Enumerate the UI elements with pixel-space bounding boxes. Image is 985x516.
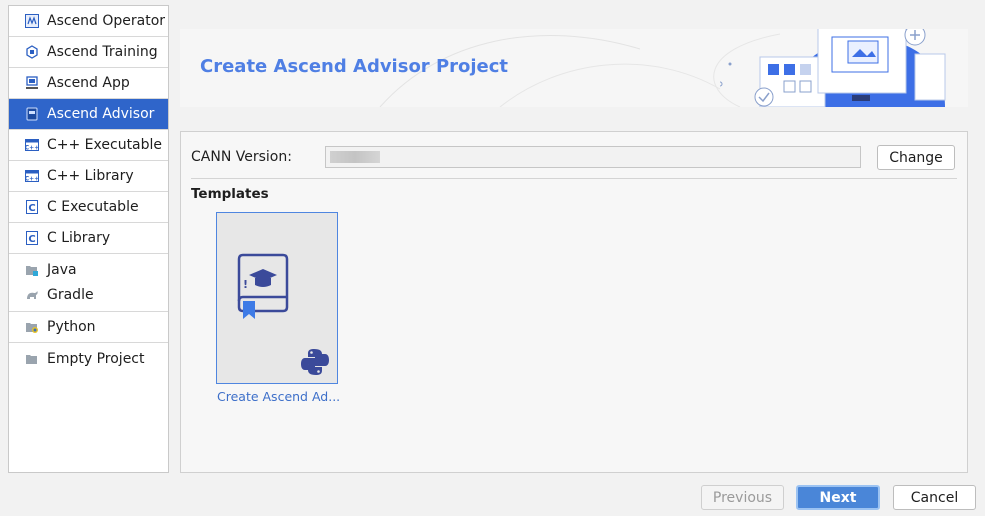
sidebar-item-ascend-operator[interactable]: Ascend Operator [9, 6, 168, 37]
project-type-list: Ascend Operator Ascend Training Ascend A… [8, 5, 169, 473]
sidebar-item-label: Empty Project [47, 350, 145, 367]
sidebar-item-gradle[interactable]: Gradle [25, 283, 94, 308]
project-illustration [720, 29, 946, 107]
cann-version-label: CANN Version: [191, 149, 292, 165]
gradle-elephant-icon [27, 291, 38, 299]
cpp-library-icon: C++ [25, 170, 39, 183]
python-folder-icon [26, 323, 38, 333]
sidebar-item-python[interactable]: Python [9, 312, 168, 343]
settings-panel: CANN Version: Change Templates ! Create … [180, 131, 968, 473]
sidebar-item-cpp-executable[interactable]: C++ C++ Executable [9, 130, 168, 161]
change-button[interactable]: Change [877, 145, 955, 170]
advisor-book-icon: ! [237, 253, 289, 319]
sidebar-item-label: C++ Executable [47, 137, 163, 153]
template-card-label[interactable]: Create Ascend Ad... [217, 389, 341, 404]
next-button[interactable]: Next [796, 485, 880, 510]
cpp-executable-icon: C++ [25, 139, 39, 152]
templates-heading: Templates [191, 186, 269, 202]
java-folder-icon [26, 266, 38, 276]
template-card-ascend-advisor[interactable]: ! [216, 212, 338, 384]
sidebar-item-ascend-training[interactable]: Ascend Training [9, 37, 168, 68]
svg-text:C++: C++ [25, 176, 39, 183]
python-icon [301, 349, 329, 375]
divider [191, 178, 957, 179]
empty-folder-icon [26, 354, 37, 364]
sidebar-item-label: Ascend Advisor [47, 106, 155, 122]
svg-text:C++: C++ [25, 145, 39, 152]
sidebar-item-empty-project[interactable]: Empty Project [9, 343, 168, 374]
sidebar-item-c-executable[interactable]: C C Executable [9, 192, 168, 223]
sidebar-item-ascend-advisor[interactable]: Ascend Advisor [9, 99, 168, 130]
c-library-icon: C [26, 231, 38, 245]
svg-text:C: C [28, 234, 35, 245]
sidebar-item-label: Ascend App [47, 75, 130, 91]
sidebar-item-label: C++ Library [47, 168, 134, 184]
sidebar-item-label: C Library [47, 230, 111, 246]
cann-version-field[interactable] [325, 146, 861, 168]
sidebar-item-ascend-app[interactable]: Ascend App [9, 68, 168, 99]
sidebar-item-label: Gradle [47, 287, 94, 303]
svg-text:C: C [28, 203, 35, 214]
sidebar-item-label: Python [47, 319, 96, 335]
sidebar-item-label: C Executable [47, 199, 139, 215]
sidebar-item-label: Java [47, 262, 77, 278]
ascend-advisor-icon [26, 107, 38, 121]
previous-button[interactable]: Previous [701, 485, 784, 510]
page-title: Create Ascend Advisor Project [200, 56, 509, 77]
sidebar-item-c-library[interactable]: C C Library [9, 223, 168, 254]
sidebar-item-label: Ascend Operator [47, 13, 166, 29]
sidebar-item-label: Ascend Training [47, 44, 158, 60]
header-banner: Create Ascend Advisor Project [180, 29, 968, 107]
cancel-button[interactable]: Cancel [893, 485, 976, 510]
ascend-app-icon [26, 76, 38, 89]
redacted-value [330, 151, 380, 163]
svg-text:!: ! [243, 278, 248, 291]
sidebar-group-java-gradle: Java Gradle [9, 254, 168, 312]
c-executable-icon: C [26, 200, 38, 214]
ascend-operator-icon [25, 14, 39, 28]
sidebar-item-java[interactable]: Java [25, 258, 77, 283]
ascend-training-icon [26, 45, 38, 59]
sidebar-item-cpp-library[interactable]: C++ C++ Library [9, 161, 168, 192]
